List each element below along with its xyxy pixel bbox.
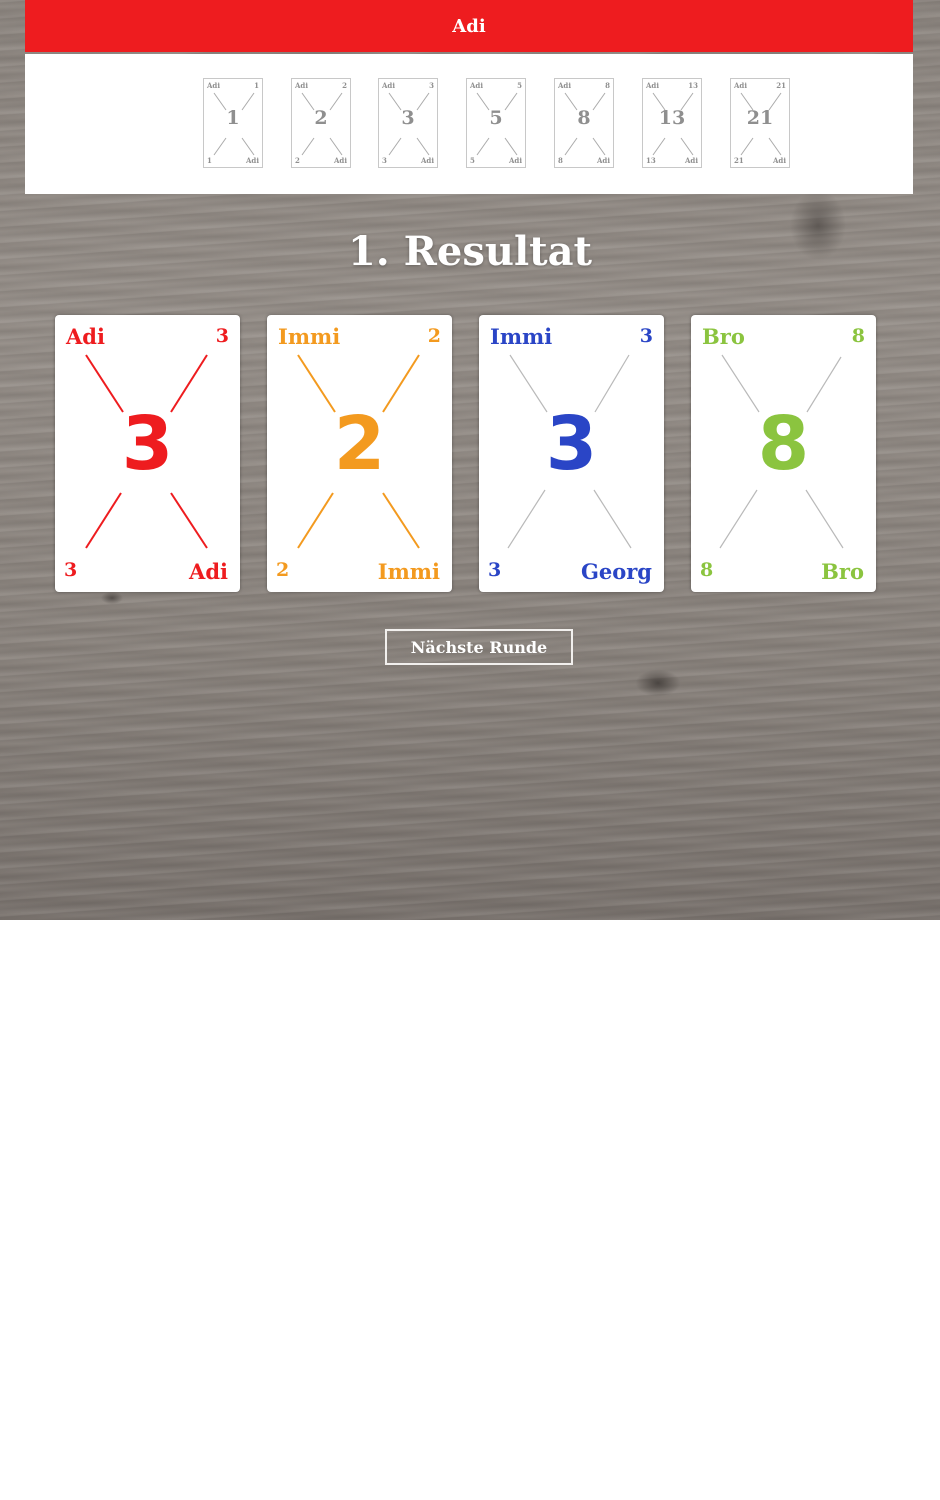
card-value: 5 [489,107,503,129]
card-corner-value: 8 [558,156,563,165]
card-top-name: Immi [490,324,553,349]
card-corner-value: 3 [488,559,502,581]
card-corner-value: 21 [734,156,744,165]
card-owner: Adi [646,81,659,90]
card-corner-value: 2 [342,81,347,90]
card-top-name: Immi [278,324,341,349]
card-value: 21 [746,107,774,129]
player-header: Adi [25,0,913,52]
hand-card-5[interactable]: Adi 5 5 5 Adi [466,78,526,168]
card-corner-value: 13 [688,81,698,90]
result-card-bro: Bro 8 8 8 Bro [691,315,876,592]
card-corner-value: 3 [215,325,229,347]
hand-card-3[interactable]: Adi 3 3 3 Adi [378,78,438,168]
card-owner: Adi [597,156,610,165]
hand-panel: Adi 1 1 1 Adi Adi 2 2 2 Adi Adi 3 3 3 Ad… [25,54,913,194]
card-top-name: Bro [702,324,745,349]
result-card-immi: Immi 2 2 2 Immi [267,315,452,592]
card-owner: Adi [509,156,522,165]
card-value: 3 [121,401,174,487]
card-bottom-name: Georg [580,559,652,584]
card-corner-value: 2 [427,325,441,347]
result-card-georg: Immi 3 3 3 Georg [479,315,664,592]
card-corner-value: 8 [605,81,610,90]
card-corner-value: 3 [64,559,78,581]
card-owner: Adi [558,81,571,90]
card-value: 3 [545,401,598,487]
result-title: 1. Resultat [347,228,593,275]
card-owner: Adi [382,81,395,90]
card-owner: Adi [295,81,308,90]
card-owner: Adi [421,156,434,165]
card-corner-value: 8 [851,325,865,347]
card-corner-value: 2 [295,156,300,165]
card-value: 3 [401,107,415,129]
card-corner-value: 1 [207,156,212,165]
card-bottom-name: Adi [189,559,228,584]
card-owner: Adi [734,81,747,90]
card-value: 1 [226,107,240,129]
card-value: 8 [757,401,810,487]
card-top-name: Adi [66,324,105,349]
next-round-button[interactable]: Nächste Runde [385,629,573,665]
card-corner-value: 3 [429,81,434,90]
card-corner-value: 8 [700,559,714,581]
result-card-adi: Adi 3 3 3 Adi [55,315,240,592]
card-corner-value: 3 [639,325,653,347]
card-corner-value: 5 [470,156,475,165]
card-owner: Adi [685,156,698,165]
card-bottom-name: Bro [821,559,864,584]
card-value: 8 [577,107,591,129]
card-owner: Adi [470,81,483,90]
card-bottom-name: Immi [377,559,440,584]
hand-card-8[interactable]: Adi 8 8 8 Adi [554,78,614,168]
hand-card-21[interactable]: Adi 21 21 21 Adi [730,78,790,168]
card-owner: Adi [246,156,259,165]
card-value: 13 [658,107,686,129]
hand-card-1[interactable]: Adi 1 1 1 Adi [203,78,263,168]
card-owner: Adi [773,156,786,165]
card-owner: Adi [334,156,347,165]
card-owner: Adi [207,81,220,90]
hand-card-2[interactable]: Adi 2 2 2 Adi [291,78,351,168]
card-corner-value: 3 [382,156,387,165]
card-corner-value: 1 [254,81,259,90]
card-value: 2 [314,107,328,129]
card-corner-value: 2 [276,559,290,581]
card-corner-value: 5 [517,81,522,90]
card-corner-value: 13 [646,156,656,165]
hand-card-13[interactable]: Adi 13 13 13 Adi [642,78,702,168]
player-name: Adi [452,15,486,37]
card-value: 2 [333,401,386,487]
card-corner-value: 21 [776,81,786,90]
